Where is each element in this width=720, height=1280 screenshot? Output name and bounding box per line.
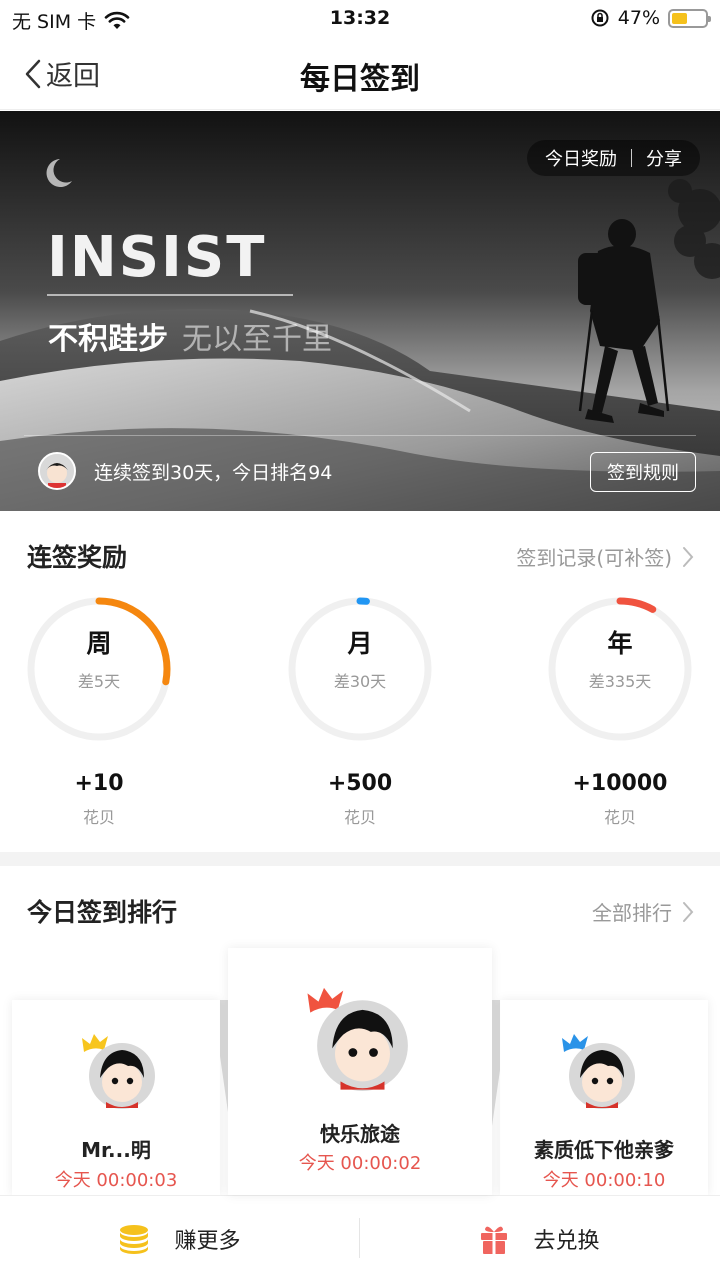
reward-amount: +500 — [327, 771, 393, 796]
pill-divider — [631, 149, 632, 167]
rank-time: 今天 00:00:03 — [54, 1170, 178, 1191]
banner-subtitle: 不积跬步 无以至千里 — [48, 314, 332, 358]
sign-record-link[interactable]: 签到记录(可补签) — [516, 542, 694, 571]
battery-level — [672, 12, 687, 24]
streak-section-title: 连签奖励 — [27, 543, 128, 572]
today-reward-link[interactable]: 今日奖励 — [545, 145, 617, 171]
avatar-image — [40, 454, 74, 488]
rank-name: 快乐旅途 — [320, 1122, 400, 1146]
banner-divider — [47, 294, 293, 296]
reward-amount: +10 — [74, 771, 124, 796]
avatar — [307, 987, 408, 1091]
rank-avatar-second — [78, 1026, 158, 1116]
sign-rules-button[interactable]: 签到规则 — [590, 452, 696, 492]
page-title: 每日签到 — [300, 62, 420, 97]
reward-ring: 月差30天 — [285, 594, 435, 744]
all-ranking-link[interactable]: 全部排行 — [592, 897, 694, 926]
status-bar: 无 SIM 卡 13:32 47% — [0, 0, 720, 38]
rank-card-third[interactable]: 素质低下他亲爹 今天 00:00:10 — [500, 1000, 708, 1195]
banner-pill: 今日奖励 分享 — [527, 140, 700, 176]
all-ranking-label: 全部排行 — [592, 901, 672, 925]
chevron-right-icon — [683, 901, 694, 922]
rank-avatar-first — [302, 976, 412, 1100]
reward-unit: 花贝 — [343, 808, 376, 827]
gift-icon — [481, 1226, 508, 1254]
battery-percent: 47% — [617, 7, 660, 29]
orientation-lock-icon — [591, 9, 609, 27]
rank-card-first[interactable]: 快乐旅途 今天 00:00:02 — [228, 948, 492, 1195]
redeem-label: 去兑换 — [533, 1228, 600, 1254]
rank-time: 今天 00:00:10 — [542, 1170, 666, 1191]
rank-card-second[interactable]: Mr...明 今天 00:00:03 — [12, 1000, 220, 1195]
streak-info: 连续签到30天，今日排名94 — [94, 462, 333, 484]
avatar — [82, 1034, 155, 1109]
reward-unit: 花贝 — [603, 808, 636, 827]
ranking-section-title: 今日签到排行 — [27, 898, 178, 927]
section-divider — [0, 852, 720, 866]
reward-remaining: 差335天 — [588, 672, 652, 691]
avatar[interactable] — [38, 452, 76, 490]
redeem-button[interactable]: 去兑换 — [360, 1196, 719, 1280]
reward-remaining: 差30天 — [333, 672, 387, 691]
avatar — [562, 1034, 635, 1109]
reward-unit: 花贝 — [82, 808, 115, 827]
reward-ring: 周差5天 — [24, 594, 174, 744]
subtitle-rest: 无以至千里 — [182, 322, 332, 357]
battery-icon — [668, 8, 711, 28]
rank-name: Mr...明 — [81, 1138, 151, 1162]
reward-period: 周 — [86, 629, 112, 658]
reward-remaining: 差5天 — [77, 672, 121, 691]
sign-record-label: 签到记录(可补签) — [516, 546, 672, 570]
earn-more-label: 赚更多 — [174, 1228, 241, 1254]
rank-avatar-third — [558, 1026, 638, 1116]
banner: 今日奖励 分享 INSIST 不积跬步 无以至千里 连续签到30天，今日排名94 … — [0, 111, 720, 511]
reward-ring: 年差335天 — [545, 594, 695, 744]
chevron-right-icon — [683, 546, 694, 567]
rank-time: 今天 00:00:02 — [298, 1153, 422, 1174]
reward-period: 月 — [347, 629, 373, 658]
bottom-bar: 赚更多 去兑换 — [0, 1195, 720, 1280]
earn-more-button[interactable]: 赚更多 — [0, 1196, 359, 1280]
subtitle-main: 不积跬步 — [48, 322, 168, 357]
banner-headline: INSIST — [47, 225, 267, 290]
coins-icon — [120, 1224, 149, 1254]
nav-bar: 返回 每日签到 — [0, 38, 720, 110]
status-right: 47% — [590, 7, 711, 29]
reward-amount: +10000 — [572, 771, 668, 796]
reward-period: 年 — [607, 629, 633, 658]
rank-name: 素质低下他亲爹 — [534, 1138, 674, 1162]
banner-bottom-divider — [24, 435, 696, 436]
share-link[interactable]: 分享 — [646, 145, 682, 171]
